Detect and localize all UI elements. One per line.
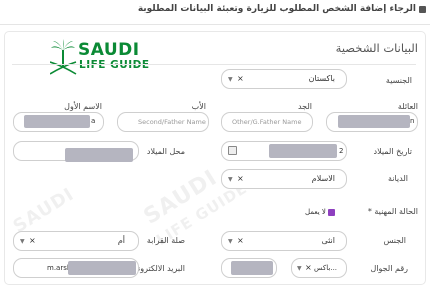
father-placeholder: Second/Father Name bbox=[138, 118, 206, 126]
father-label: الأب bbox=[191, 102, 206, 111]
mobile-code-value: باكس... bbox=[314, 264, 338, 272]
birth-place-label: محل الميلاد bbox=[146, 147, 185, 156]
nationality-label: الجنسية bbox=[385, 76, 412, 85]
grandfather-label: الجد bbox=[297, 102, 312, 111]
birth-date-prefix: 2 bbox=[339, 147, 344, 155]
chevron-down-icon[interactable]: ▼ bbox=[228, 176, 233, 183]
email-label: البريد الالكتروني bbox=[131, 264, 185, 273]
relationship-value: أم bbox=[117, 236, 125, 245]
relationship-label: صلة القرابة bbox=[146, 236, 185, 245]
x-icon[interactable]: × bbox=[305, 263, 312, 272]
page-header: الرجاء إضافة الشخص المطلوب للزيارة وتعبئ… bbox=[0, 0, 430, 25]
nationality-value: باكستان bbox=[308, 74, 335, 83]
x-icon[interactable]: × bbox=[237, 236, 244, 245]
family-name-suffix: n bbox=[410, 117, 415, 125]
grandfather-placeholder: Other/G.Father Name bbox=[232, 118, 302, 126]
list-icon bbox=[419, 6, 426, 13]
mobile-label: رقم الجوال bbox=[370, 264, 408, 273]
redacted-value bbox=[269, 144, 337, 158]
redacted-value bbox=[338, 115, 410, 128]
calendar-icon[interactable] bbox=[228, 146, 237, 155]
redacted-value bbox=[68, 261, 136, 275]
logo-text-saudi: SAUDI bbox=[78, 40, 140, 60]
family-name-label: العائلة bbox=[397, 102, 418, 111]
not-employed-checkbox[interactable] bbox=[328, 209, 335, 216]
chevron-down-icon[interactable]: ▼ bbox=[20, 238, 25, 245]
chevron-down-icon[interactable]: ▼ bbox=[228, 238, 233, 245]
x-icon[interactable]: × bbox=[237, 174, 244, 183]
logo-text-life-guide: LIFE GUIDE bbox=[79, 59, 150, 71]
gender-label: الجنس bbox=[383, 236, 406, 245]
birth-date-label: تاريخ الميلاد bbox=[373, 147, 413, 156]
first-name-suffix: a bbox=[91, 117, 96, 125]
first-name-label: الاسم الأول bbox=[64, 102, 102, 111]
x-icon[interactable]: × bbox=[29, 236, 36, 245]
section-title: البيانات الشخصية bbox=[335, 41, 418, 55]
page-heading: الرجاء إضافة الشخص المطلوب للزيارة وتعبئ… bbox=[137, 4, 416, 14]
gender-value: انثى bbox=[321, 236, 335, 245]
not-employed-label: لا يعمل bbox=[305, 208, 326, 216]
redacted-value bbox=[65, 148, 133, 162]
religion-value: الاسلام bbox=[311, 174, 335, 183]
redacted-value bbox=[24, 115, 90, 128]
divider bbox=[12, 64, 416, 65]
employment-status-label: الحالة المهنية * bbox=[367, 207, 418, 216]
x-icon[interactable]: × bbox=[237, 74, 244, 83]
religion-label: الديانة bbox=[387, 174, 408, 183]
redacted-value bbox=[231, 261, 273, 275]
chevron-down-icon[interactable]: ▼ bbox=[228, 76, 233, 83]
chevron-down-icon[interactable]: ▼ bbox=[297, 265, 302, 272]
